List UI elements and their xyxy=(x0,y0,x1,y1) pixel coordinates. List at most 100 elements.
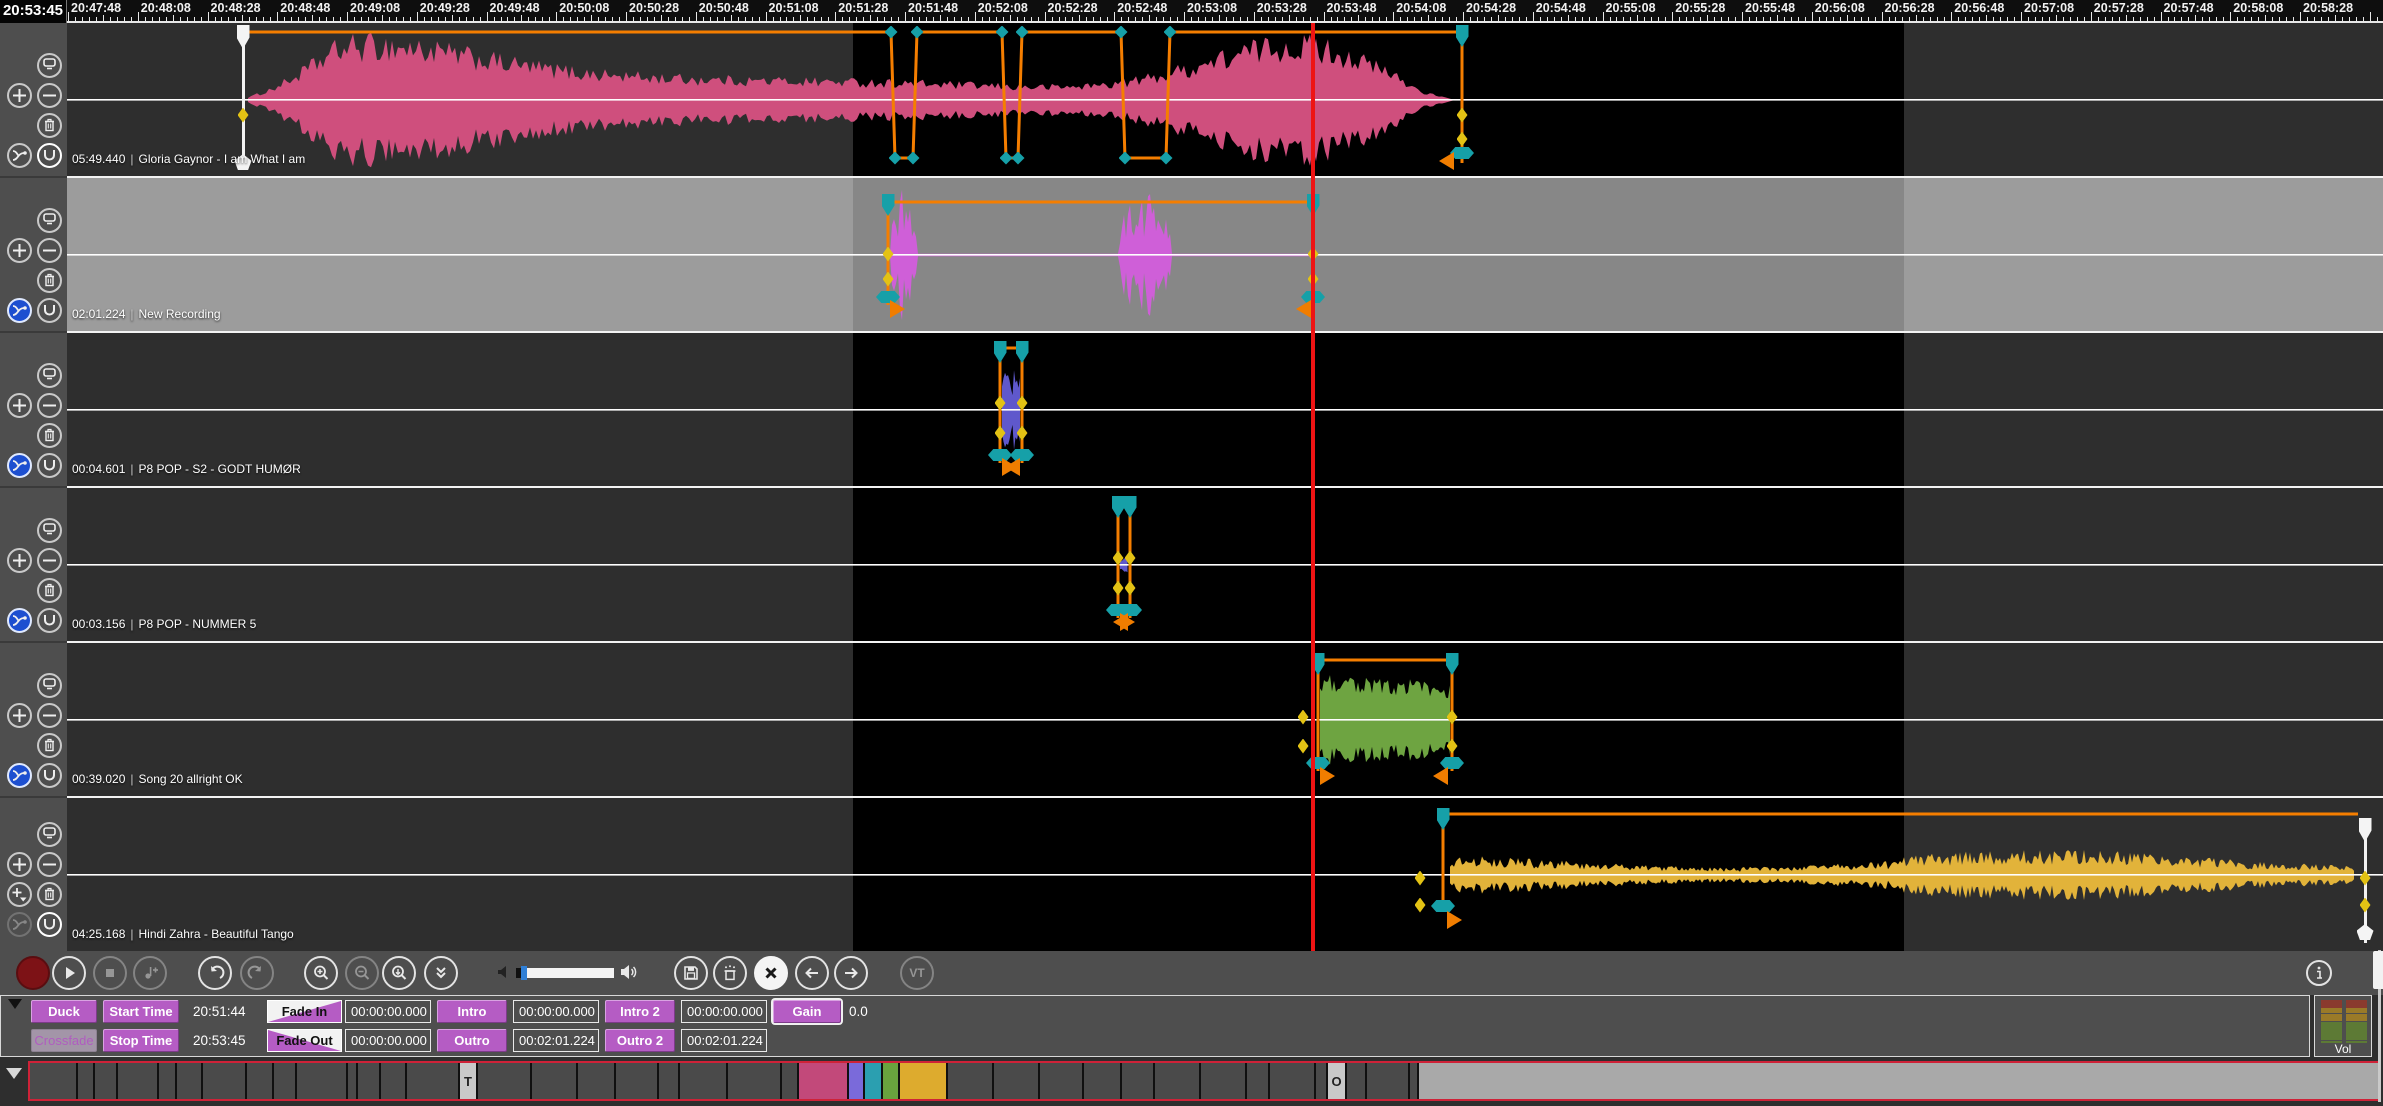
fade-out-button[interactable]: Fade Out xyxy=(267,1029,342,1052)
panel-expander-arrow-icon[interactable] xyxy=(8,999,22,1009)
cart-cell[interactable] xyxy=(478,1063,532,1099)
collapse-track-icon[interactable] xyxy=(37,518,62,543)
voice-track-button[interactable]: VT xyxy=(900,956,934,990)
collapse-track-icon[interactable] xyxy=(37,822,62,847)
intro2-button[interactable]: Intro 2 xyxy=(605,1000,675,1023)
cart-cell-T[interactable]: T xyxy=(460,1063,478,1099)
forward-button[interactable] xyxy=(834,956,868,990)
cart-cell[interactable] xyxy=(578,1063,616,1099)
delete-track-icon[interactable] xyxy=(37,268,62,293)
fade-out-value[interactable]: 00:00:00.000 xyxy=(345,1029,431,1052)
zoom-out-track-icon[interactable] xyxy=(37,238,62,263)
track-row[interactable]: 05:49.440|Gloria Gaynor - I am What I am xyxy=(0,23,2383,178)
split-track-icon[interactable] xyxy=(7,912,32,937)
track-row[interactable]: 00:39.020|Song 20 allright OK xyxy=(0,643,2383,798)
split-track-icon[interactable] xyxy=(7,608,32,633)
collapse-track-icon[interactable] xyxy=(37,208,62,233)
crossfade-button[interactable]: Crossfade xyxy=(31,1029,97,1052)
zoom-in-track-icon[interactable] xyxy=(7,703,32,728)
collapse-track-icon[interactable] xyxy=(37,673,62,698)
clip-trim-arrow-handle[interactable] xyxy=(1447,911,1462,929)
cart-cell[interactable] xyxy=(728,1063,782,1099)
delete-track-icon[interactable] xyxy=(37,733,62,758)
delete-track-icon[interactable] xyxy=(37,423,62,448)
zoom-out-track-icon[interactable] xyxy=(37,393,62,418)
zoom-out-track-icon[interactable] xyxy=(37,703,62,728)
cart-cell[interactable] xyxy=(95,1063,118,1099)
undo-button[interactable] xyxy=(198,956,232,990)
cart-cell[interactable] xyxy=(1040,1063,1084,1099)
back-button[interactable] xyxy=(795,956,829,990)
clip-trim-arrow-handle[interactable] xyxy=(1005,458,1020,476)
fade-in-value[interactable]: 00:00:00.000 xyxy=(345,1000,431,1023)
scroll-down-button[interactable] xyxy=(424,956,458,990)
fade-curve-icon[interactable] xyxy=(37,453,62,478)
fade-curve-icon[interactable] xyxy=(37,143,62,168)
fade-in-button[interactable]: Fade In xyxy=(267,1000,342,1023)
cart-cell[interactable] xyxy=(1419,1063,2378,1099)
zoom-in-track-icon[interactable] xyxy=(7,238,32,263)
cartwall-expander-arrow-icon[interactable] xyxy=(6,1068,22,1079)
cart-cell[interactable] xyxy=(616,1063,659,1099)
fade-curve-icon[interactable] xyxy=(37,608,62,633)
zoom-in-track-icon[interactable] xyxy=(7,548,32,573)
cart-cell[interactable] xyxy=(883,1063,900,1099)
add-clip-icon[interactable] xyxy=(7,882,32,907)
cart-cell[interactable] xyxy=(1155,1063,1201,1099)
split-track-icon[interactable] xyxy=(7,143,32,168)
cart-cell[interactable] xyxy=(1247,1063,1270,1099)
cart-cell[interactable] xyxy=(348,1063,358,1099)
clip-trim-arrow-handle[interactable] xyxy=(1439,152,1454,170)
cart-cell[interactable] xyxy=(1122,1063,1155,1099)
cart-cell[interactable] xyxy=(1367,1063,1410,1099)
cart-cell[interactable] xyxy=(118,1063,159,1099)
record-button[interactable] xyxy=(16,956,50,990)
zoom-out-track-icon[interactable] xyxy=(37,548,62,573)
split-track-icon[interactable] xyxy=(7,453,32,478)
intro-value[interactable]: 00:00:00.000 xyxy=(513,1000,599,1023)
delete-track-icon[interactable] xyxy=(37,113,62,138)
delete-track-icon[interactable] xyxy=(37,578,62,603)
close-button[interactable] xyxy=(754,956,788,990)
cart-cell[interactable] xyxy=(30,1063,78,1099)
zoom-in-track-icon[interactable] xyxy=(7,852,32,877)
cart-cell[interactable] xyxy=(159,1063,177,1099)
timeline-ruler[interactable]: 20:47:4820:48:0820:48:2820:48:4820:49:08… xyxy=(0,0,2383,23)
save-button[interactable] xyxy=(674,956,708,990)
cart-cell[interactable] xyxy=(297,1063,348,1099)
clip-trim-arrow-handle[interactable] xyxy=(1320,767,1335,785)
cart-cell-O[interactable]: O xyxy=(1328,1063,1347,1099)
info-button[interactable] xyxy=(2306,960,2332,986)
cart-cell[interactable] xyxy=(177,1063,203,1099)
zoom-in-track-icon[interactable] xyxy=(7,83,32,108)
cart-cell[interactable] xyxy=(799,1063,849,1099)
cart-cell[interactable] xyxy=(994,1063,1040,1099)
fade-curve-icon[interactable] xyxy=(37,298,62,323)
track-row[interactable]: 00:04.601|P8 POP - S2 - GODT HUMØR xyxy=(0,333,2383,488)
mute-speaker-icon[interactable] xyxy=(497,965,511,984)
cart-cell[interactable] xyxy=(78,1063,95,1099)
cart-cell[interactable] xyxy=(680,1063,728,1099)
cart-cell[interactable] xyxy=(381,1063,407,1099)
start-time-button[interactable]: Start Time xyxy=(103,1000,179,1023)
intro-button[interactable]: Intro xyxy=(437,1000,507,1023)
cart-cell[interactable] xyxy=(407,1063,460,1099)
split-track-icon[interactable] xyxy=(7,763,32,788)
cart-cell[interactable] xyxy=(1410,1063,1419,1099)
zoom-out-track-icon[interactable] xyxy=(37,852,62,877)
fade-curve-icon[interactable] xyxy=(37,763,62,788)
outro2-button[interactable]: Outro 2 xyxy=(605,1029,675,1052)
split-track-icon[interactable] xyxy=(7,298,32,323)
cart-cell[interactable] xyxy=(849,1063,865,1099)
cart-cell[interactable] xyxy=(1270,1063,1316,1099)
cart-cell[interactable] xyxy=(274,1063,297,1099)
duck-button[interactable]: Duck xyxy=(31,1000,97,1023)
cart-cell[interactable] xyxy=(532,1063,578,1099)
zoom-in-track-icon[interactable] xyxy=(7,393,32,418)
cart-cell[interactable] xyxy=(1084,1063,1122,1099)
cart-cell[interactable] xyxy=(358,1063,381,1099)
cart-cell[interactable] xyxy=(1347,1063,1367,1099)
collapse-track-icon[interactable] xyxy=(37,53,62,78)
speaker-icon[interactable] xyxy=(620,964,640,985)
cart-cell[interactable] xyxy=(782,1063,799,1099)
